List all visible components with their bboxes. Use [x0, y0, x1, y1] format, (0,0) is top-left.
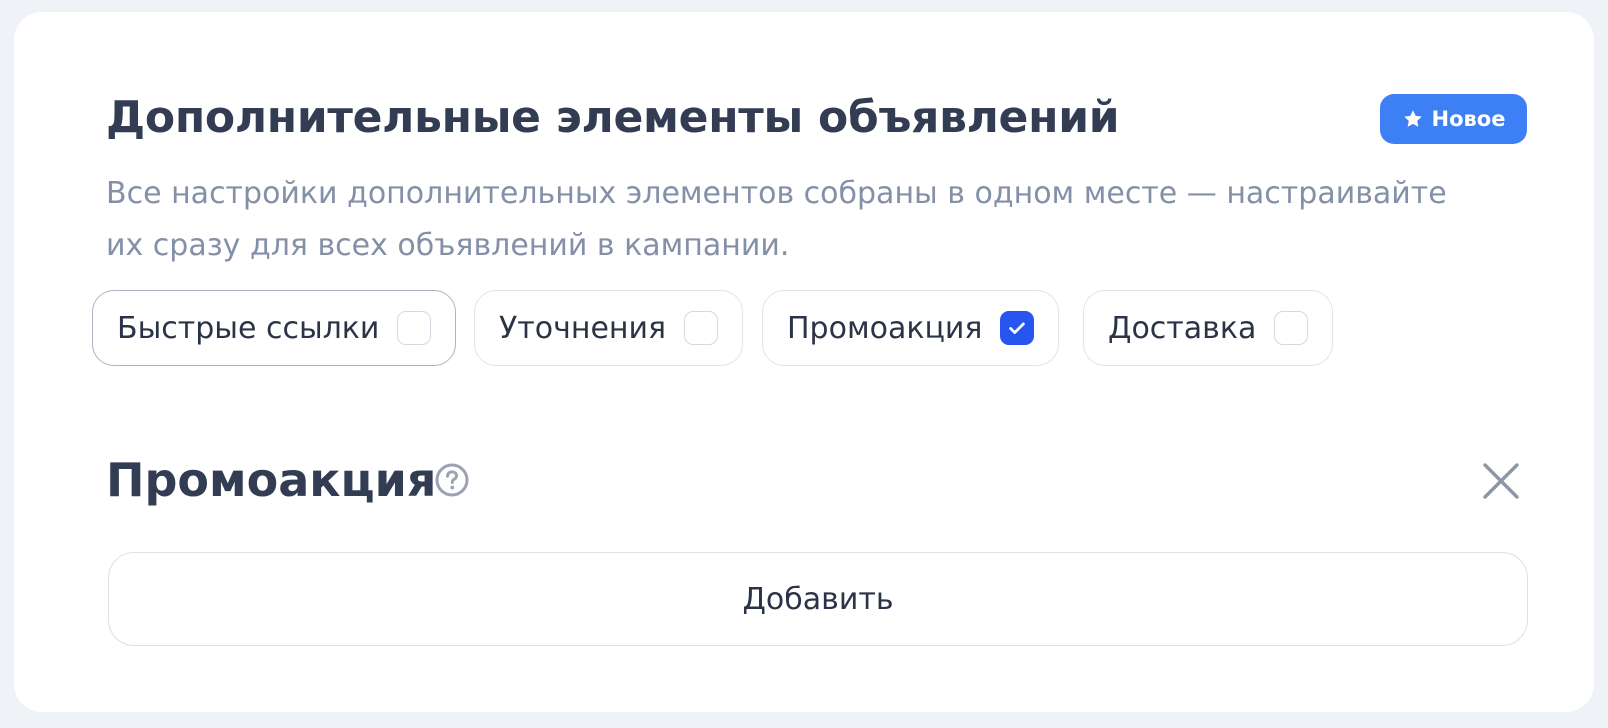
chip-quick-links[interactable]: Быстрые ссылки	[92, 290, 457, 366]
settings-card: Дополнительные элементы объявлений Новое…	[14, 12, 1594, 712]
new-badge: Новое	[1380, 94, 1527, 144]
checkbox-delivery[interactable]	[1274, 311, 1309, 345]
close-icon[interactable]	[1480, 460, 1522, 502]
checkmark-icon	[1009, 322, 1026, 334]
chip-clarifications[interactable]: Уточнения	[474, 290, 744, 366]
chip-label: Промоакция	[787, 310, 983, 346]
description: Все настройки дополнительных элементов с…	[106, 168, 1506, 272]
chip-promo[interactable]: Промоакция	[762, 290, 1060, 366]
checkbox-promo[interactable]	[1000, 311, 1035, 345]
chip-label: Быстрые ссылки	[117, 310, 380, 346]
checkbox-clarifications[interactable]	[684, 311, 719, 345]
chip-label: Доставка	[1108, 310, 1257, 346]
chip-label: Уточнения	[499, 310, 667, 346]
section-title: Промоакция	[106, 453, 437, 507]
page-title: Дополнительные элементы объявлений	[106, 92, 1120, 143]
star-icon	[1403, 110, 1422, 127]
chip-delivery[interactable]: Доставка	[1083, 290, 1334, 366]
help-circle-icon[interactable]	[434, 462, 470, 498]
add-button[interactable]: Добавить	[108, 552, 1528, 646]
description-line: их сразу для всех объявлений в кампании.	[106, 228, 790, 263]
checkbox-quick-links[interactable]	[397, 311, 432, 345]
badge-label: Новое	[1431, 107, 1506, 131]
description-line: Все настройки дополнительных элементов с…	[106, 176, 1447, 211]
